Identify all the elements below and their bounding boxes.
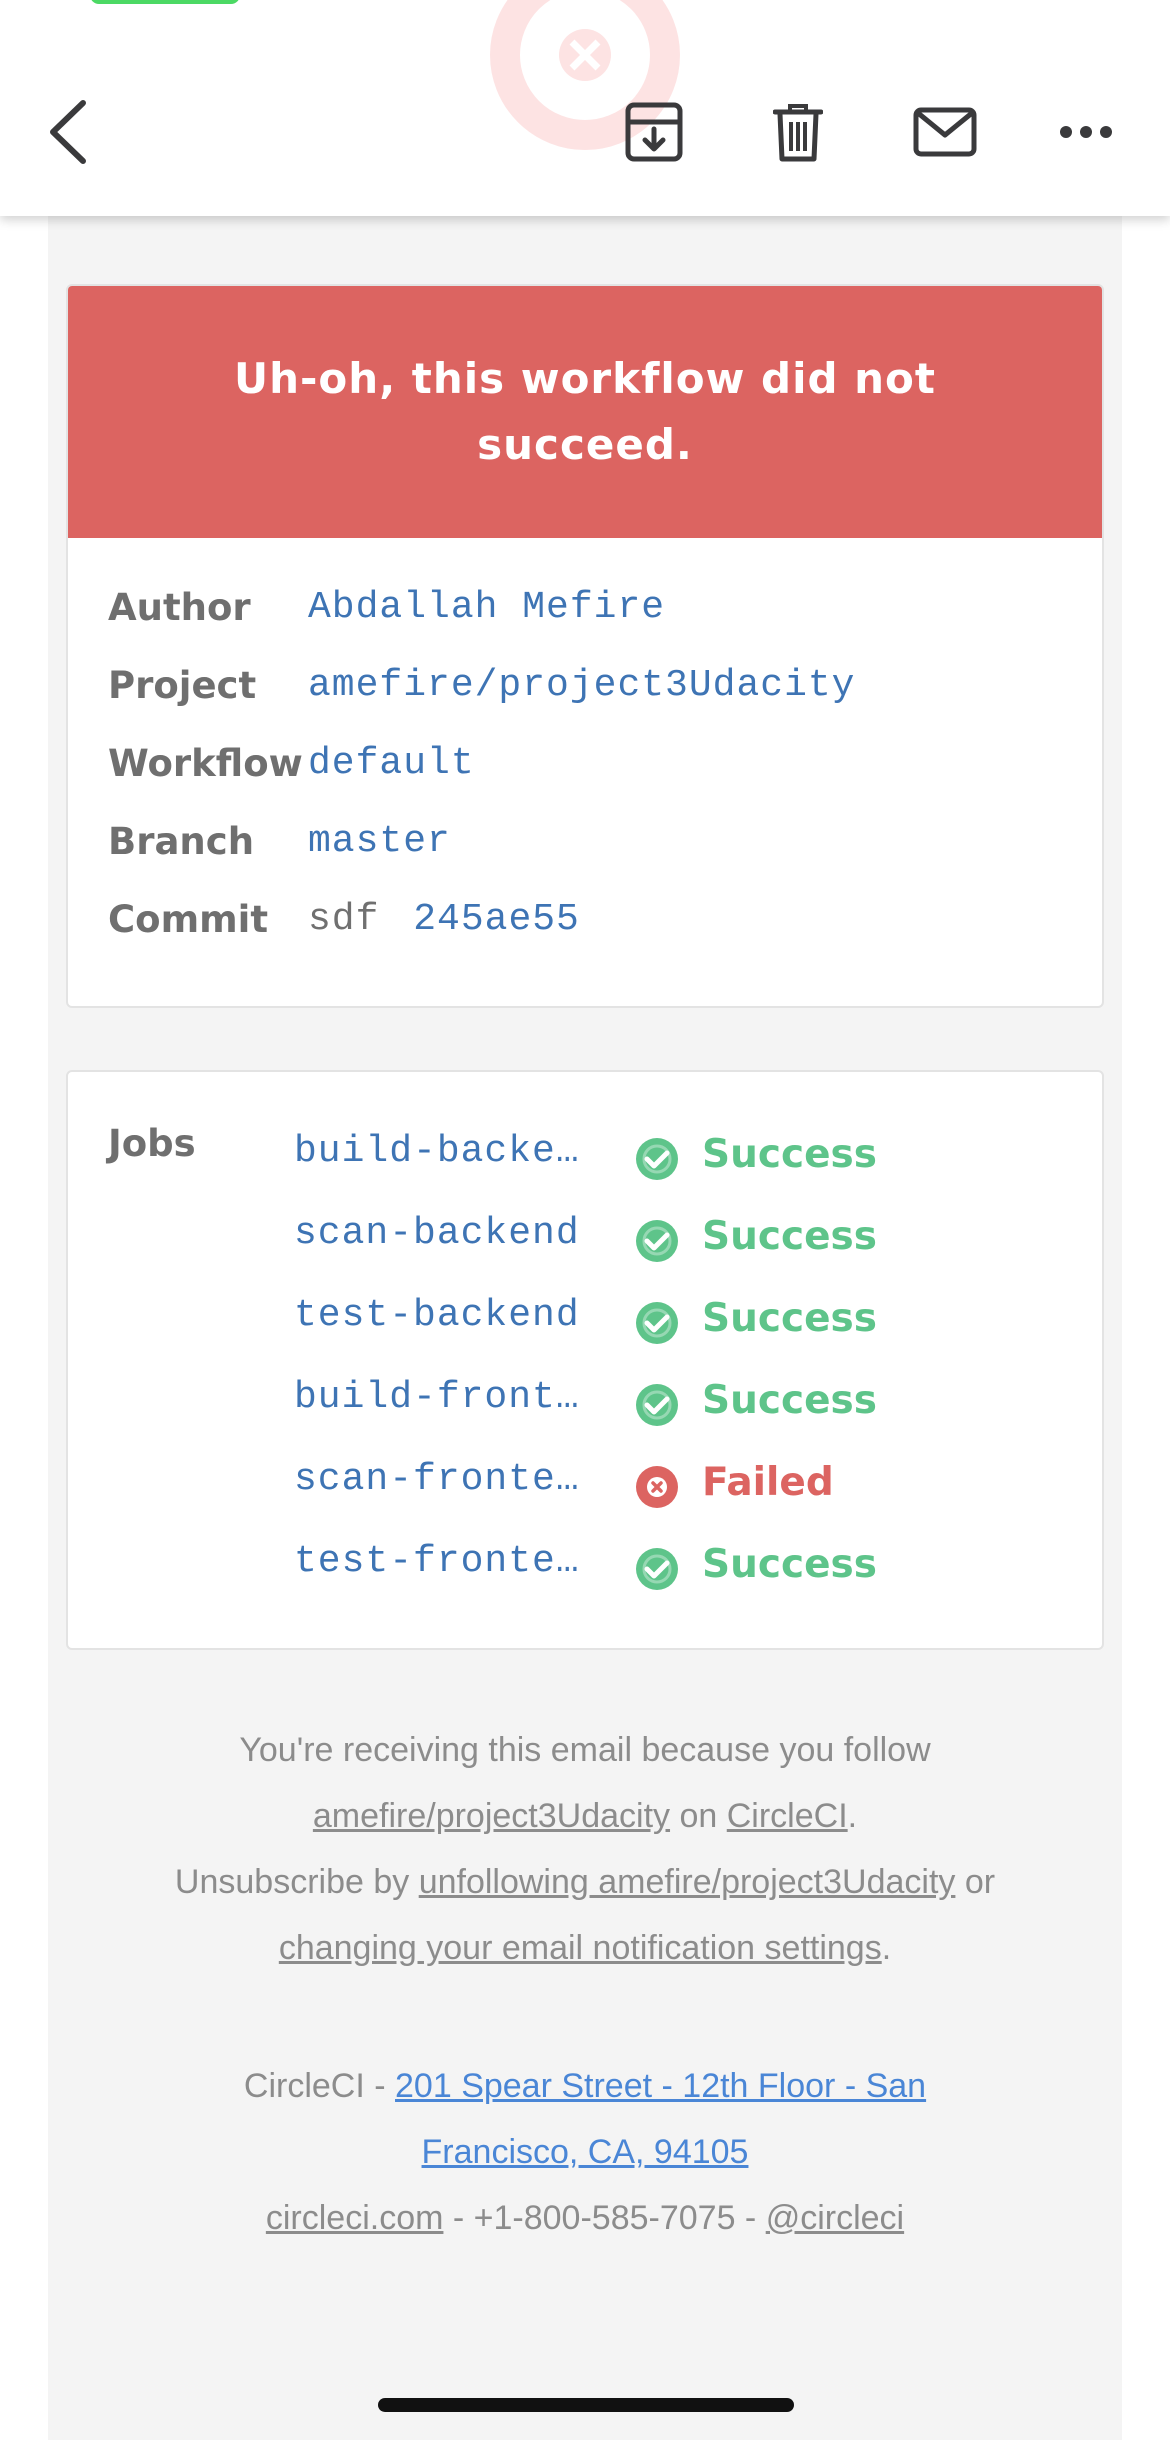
job-status: Success: [702, 1378, 877, 1423]
workflow-info-card: Uh-oh, this workflow did not succeed. Au…: [66, 284, 1104, 1008]
address-link[interactable]: Francisco, CA, 94105: [422, 2133, 749, 2171]
job-name-link[interactable]: build-front…: [294, 1376, 594, 1419]
notice-line: Unsubscribe by unfollowing amefire/proje…: [66, 1849, 1104, 1915]
back-button[interactable]: [32, 92, 102, 172]
job-name-link[interactable]: test-fronte…: [294, 1540, 594, 1583]
jobs-card: Jobs build-backe… Success scan-backend S…: [66, 1070, 1104, 1650]
trash-button[interactable]: [758, 92, 838, 172]
contact-line: circleci.com - +1-800-585-7075 - @circle…: [66, 2185, 1104, 2251]
job-status: Failed: [702, 1460, 834, 1505]
failure-banner: Uh-oh, this workflow did not succeed.: [68, 286, 1102, 538]
on-text: on: [670, 1797, 727, 1835]
failed-x-icon: [636, 1466, 678, 1508]
job-row: build-front… Success: [68, 1376, 1102, 1446]
website-link[interactable]: circleci.com: [266, 2199, 444, 2237]
notice-line: You're receiving this email because you …: [239, 1731, 931, 1769]
workflow-link[interactable]: default: [308, 742, 475, 785]
subscription-notice: You're receiving this email because you …: [66, 1717, 1104, 1981]
project-label: Project: [108, 664, 257, 707]
notification-settings-link[interactable]: changing your email notification setting…: [279, 1929, 882, 1967]
envelope-icon: [913, 107, 977, 157]
commit-label: Commit: [108, 898, 269, 941]
period-text: .: [881, 1929, 892, 1967]
workflow-label: Workflow: [108, 742, 303, 785]
job-row: build-backe… Success: [68, 1130, 1102, 1200]
job-status: Success: [702, 1542, 877, 1587]
archive-button[interactable]: [614, 92, 694, 172]
address-link[interactable]: 201 Spear Street - 12th Floor - San: [395, 2067, 926, 2105]
job-name-link[interactable]: scan-backend: [294, 1212, 594, 1255]
job-row: test-backend Success: [68, 1294, 1102, 1364]
branch-link[interactable]: master: [308, 820, 451, 863]
success-check-icon: [636, 1548, 678, 1590]
address-line: Francisco, CA, 94105: [66, 2119, 1104, 2185]
mail-toolbar: [0, 0, 1170, 216]
home-indicator: [378, 2398, 794, 2412]
more-button[interactable]: [1046, 92, 1126, 172]
author-label: Author: [108, 586, 251, 629]
job-status: Success: [702, 1214, 877, 1259]
phone-text: - +1-800-585-7075 -: [443, 2199, 766, 2237]
job-name-link[interactable]: scan-fronte…: [294, 1458, 594, 1501]
success-check-icon: [636, 1220, 678, 1262]
company-name: CircleCI -: [243, 2067, 396, 2105]
project-link[interactable]: amefire/project3Udacity: [308, 664, 856, 707]
unfollow-link[interactable]: unfollowing amefire/project3Udacity: [419, 1863, 956, 1901]
chevron-left-icon: [50, 100, 86, 164]
archive-icon: [625, 102, 683, 162]
circleci-link[interactable]: CircleCI: [727, 1797, 848, 1835]
signal-dots-icon: [900, 0, 960, 4]
or-text: or: [955, 1863, 996, 1901]
success-check-icon: [636, 1384, 678, 1426]
job-row: scan-fronte… Failed: [68, 1458, 1102, 1528]
job-status: Success: [702, 1132, 877, 1177]
unsubscribe-text: Unsubscribe by: [174, 1863, 419, 1901]
status-bar-indicator: [90, 0, 240, 4]
commit-hash-link[interactable]: 245ae55: [413, 898, 580, 941]
company-info: CircleCI - 201 Spear Street - 12th Floor…: [66, 2053, 1104, 2251]
twitter-link[interactable]: @circleci: [766, 2199, 904, 2237]
job-name-link[interactable]: build-backe…: [294, 1130, 594, 1173]
job-status: Success: [702, 1296, 877, 1341]
notice-line: amefire/project3Udacity on CircleCI.: [66, 1783, 1104, 1849]
branch-label: Branch: [108, 820, 255, 863]
success-check-icon: [636, 1138, 678, 1180]
job-name-link[interactable]: test-backend: [294, 1294, 594, 1337]
period-text: .: [847, 1797, 858, 1835]
author-link[interactable]: Abdallah Mefire: [308, 586, 665, 629]
reply-mail-button[interactable]: [900, 92, 990, 172]
job-row: test-fronte… Success: [68, 1540, 1102, 1610]
notice-line: changing your email notification setting…: [66, 1915, 1104, 1981]
commit-message: sdf: [308, 898, 380, 941]
address-line: CircleCI - 201 Spear Street - 12th Floor…: [66, 2053, 1104, 2119]
trash-icon: [773, 104, 823, 162]
ellipsis-icon: [1060, 126, 1112, 138]
commit-value: sdf 245ae55: [308, 898, 580, 941]
job-row: scan-backend Success: [68, 1212, 1102, 1282]
follow-project-link[interactable]: amefire/project3Udacity: [313, 1797, 670, 1835]
success-check-icon: [636, 1302, 678, 1344]
